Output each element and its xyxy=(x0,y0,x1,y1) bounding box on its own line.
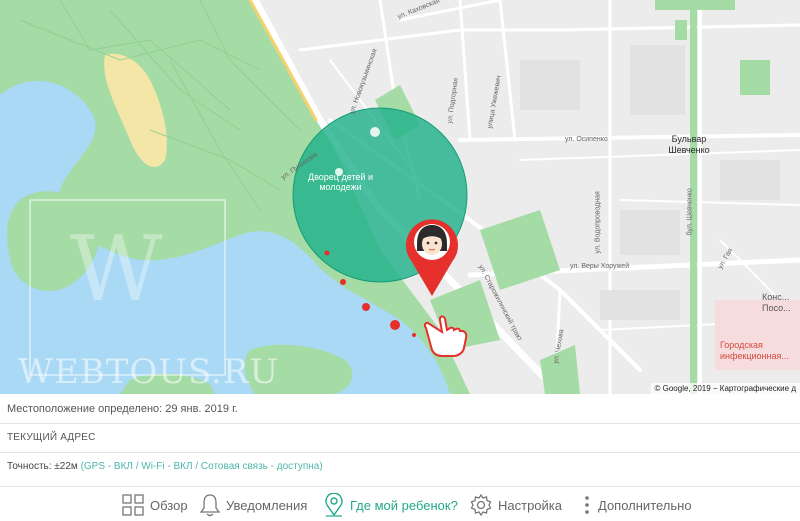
map-canvas: W xyxy=(0,0,800,394)
location-pin-icon xyxy=(325,493,343,517)
connectivity-status: (GPS - ВКЛ / Wi-Fi - ВКЛ / Сотовая связь… xyxy=(80,461,323,472)
child-location-marker[interactable] xyxy=(404,214,460,298)
location-date: 29 янв. 2019 г. xyxy=(165,403,238,415)
hospital-label: Городская инфекционная... xyxy=(720,340,789,361)
district-label: Бульвар Шевченко xyxy=(668,134,710,155)
accuracy-row: Точность: ±22м (GPS - ВКЛ / Wi-Fi - ВКЛ … xyxy=(7,461,323,472)
map-copyright[interactable]: © Google, 2019 − Картографические д xyxy=(650,383,800,394)
address-heading: ТЕКУЩИЙ АДРЕС xyxy=(7,432,96,443)
map-pin-icon xyxy=(406,219,458,296)
watermark-text: WEBTOUS.RU xyxy=(18,352,280,392)
street-label: ул. Веры Хоружей xyxy=(570,263,630,270)
street-label: бул. Шевченко xyxy=(686,188,694,236)
divider xyxy=(0,423,800,424)
map-view[interactable]: W ул. Каховская ул. Новокузьминская ул. … xyxy=(0,0,800,394)
location-status: Местоположение определено: 29 янв. 2019 … xyxy=(7,403,238,415)
hospital-top-label: Конс... Посо... xyxy=(762,292,791,313)
grid-icon xyxy=(122,494,144,516)
nav-where-child[interactable]: Где мой ребенок? xyxy=(324,492,458,518)
street-label: ул. Водопроводная xyxy=(594,191,602,254)
nav-settings-label: Настройка xyxy=(498,497,562,513)
nav-more[interactable]: Дополнительно xyxy=(582,492,692,518)
info-panel: Местоположение определено: 29 янв. 2019 … xyxy=(0,394,800,484)
divider xyxy=(0,452,800,453)
accuracy-label: Точность: ±22м xyxy=(7,461,78,472)
nav-notifications[interactable]: Уведомления xyxy=(200,492,307,518)
poi-palace-label: Дворец детей и молодежи xyxy=(308,172,373,192)
bottom-nav: Обзор Уведомления Где мой ребенок? Настр… xyxy=(0,486,800,521)
nav-where-child-label: Где мой ребенок? xyxy=(350,497,458,513)
gear-icon xyxy=(470,494,492,516)
bell-icon xyxy=(200,494,220,517)
nav-more-label: Дополнительно xyxy=(598,497,692,513)
nav-overview-label: Обзор xyxy=(150,497,188,513)
more-vertical-icon xyxy=(585,496,589,514)
nav-settings[interactable]: Настройка xyxy=(470,492,562,518)
street-label: ул. Осипенко xyxy=(565,136,608,143)
hand-pointer-icon xyxy=(420,312,472,358)
svg-text:W: W xyxy=(70,217,163,322)
nav-overview[interactable]: Обзор xyxy=(122,492,188,518)
nav-notifications-label: Уведомления xyxy=(226,497,308,513)
location-label: Местоположение определено: xyxy=(7,403,163,415)
